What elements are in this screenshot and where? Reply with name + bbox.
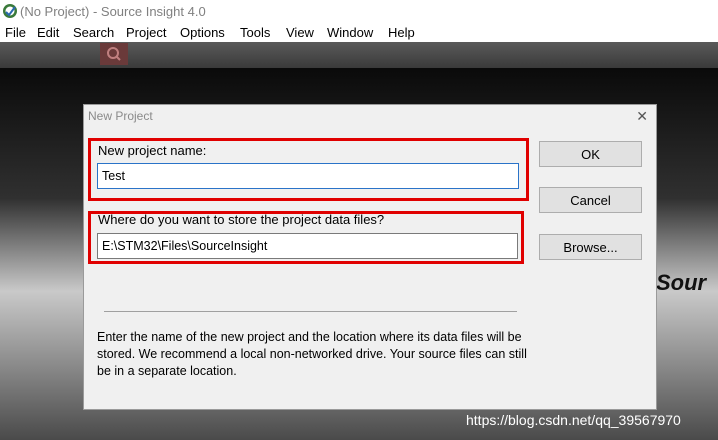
project-name-input[interactable] — [97, 163, 519, 189]
dialog-title: New Project — [88, 109, 153, 123]
location-input[interactable] — [97, 233, 518, 259]
project-name-label: New project name: — [98, 143, 207, 158]
menu-options[interactable]: Options — [180, 25, 225, 40]
location-label: Where do you want to store the project d… — [98, 212, 385, 227]
title-bar: (No Project) - Source Insight 4.0 — [0, 0, 718, 22]
menu-search[interactable]: Search — [73, 25, 114, 40]
menu-edit[interactable]: Edit — [37, 25, 59, 40]
separator — [104, 311, 517, 312]
menu-help[interactable]: Help — [388, 25, 415, 40]
menu-view[interactable]: View — [286, 25, 314, 40]
close-icon[interactable]: ✕ — [636, 108, 648, 125]
menu-tools[interactable]: Tools — [240, 25, 270, 40]
dialog-description: Enter the name of the new project and th… — [97, 330, 527, 378]
menu-bar: File Edit Search Project Options Tools V… — [0, 22, 718, 42]
window-title: (No Project) - Source Insight 4.0 — [20, 4, 206, 19]
splash-text: Sour — [656, 270, 707, 295]
cancel-button[interactable]: Cancel — [539, 187, 642, 213]
source-insight-app-icon — [3, 4, 17, 18]
toolbar-search-icon[interactable] — [100, 43, 128, 65]
menu-file[interactable]: File — [5, 25, 26, 40]
menu-window[interactable]: Window — [327, 25, 373, 40]
watermark: https://blog.csdn.net/qq_39567970 — [466, 412, 681, 428]
new-project-dialog: New Project ✕ New project name: Where do… — [83, 104, 657, 410]
ok-button[interactable]: OK — [539, 141, 642, 167]
menu-project[interactable]: Project — [126, 25, 166, 40]
browse-button[interactable]: Browse... — [539, 234, 642, 260]
